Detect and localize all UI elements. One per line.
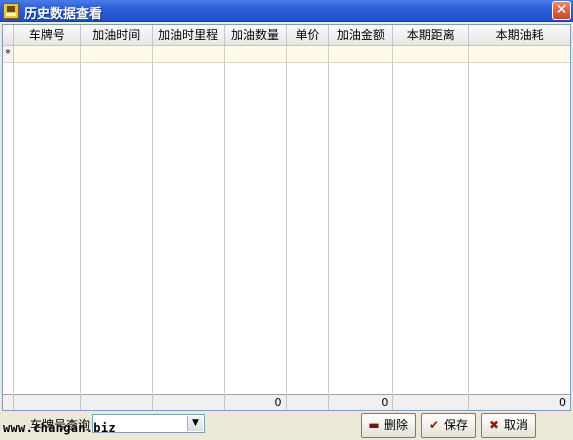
save-button-label: 保存 [444, 418, 469, 432]
column-header-fuel-cost[interactable]: 加油金额 [329, 25, 394, 46]
new-row-indicator: * [3, 46, 14, 63]
minus-icon: ▬ [368, 418, 380, 432]
window-title: 历史数据查看 [24, 7, 103, 22]
new-cell-fuel-time[interactable] [80, 46, 153, 63]
total-unit-price [286, 394, 330, 410]
grid-column [14, 63, 81, 393]
app-icon [3, 3, 19, 19]
watermark: www.changan.biz [3, 421, 116, 435]
new-record-row[interactable]: * [3, 46, 570, 63]
grid-column [225, 63, 287, 393]
grid-column [393, 63, 470, 393]
row-header-column [3, 63, 14, 393]
column-header-fuel-time[interactable]: 加油时间 [80, 25, 153, 46]
totals-row-header [3, 394, 14, 410]
total-fuel-cost: 0 [329, 394, 394, 410]
chevron-down-icon[interactable]: ▼ [187, 416, 203, 431]
grid-column [287, 63, 330, 393]
x-icon: ✖ [488, 418, 500, 432]
column-header-period-consumption[interactable]: 本期油耗 [469, 25, 570, 46]
column-header-plate[interactable]: 车牌号 [13, 25, 81, 46]
save-button[interactable]: ✔ 保存 [421, 413, 476, 438]
new-cell-period-consumption[interactable] [469, 46, 570, 63]
check-icon: ✔ [428, 418, 440, 432]
history-data-grid[interactable]: 车牌号 加油时间 加油时里程 加油数量 单价 加油金额 本期距离 本期油耗 * [2, 24, 571, 411]
column-header-unit-price[interactable]: 单价 [286, 25, 330, 46]
grid-header-row: 车牌号 加油时间 加油时里程 加油数量 单价 加油金额 本期距离 本期油耗 [3, 25, 570, 46]
new-cell-fuel-amount[interactable] [224, 46, 287, 63]
cancel-button-label: 取消 [504, 418, 529, 432]
cancel-button[interactable]: ✖ 取消 [481, 413, 536, 438]
close-button[interactable]: ✕ [552, 1, 571, 20]
title-bar: 历史数据查看 ✕ [0, 0, 573, 22]
new-cell-unit-price[interactable] [286, 46, 330, 63]
delete-button-label: 删除 [384, 418, 409, 432]
grid-column [81, 63, 153, 393]
new-cell-plate[interactable] [13, 46, 81, 63]
new-cell-period-distance[interactable] [393, 46, 470, 63]
total-fuel-amount: 0 [224, 394, 287, 410]
grid-column [469, 63, 570, 393]
delete-button[interactable]: ▬ 删除 [361, 413, 416, 438]
new-cell-mileage[interactable] [152, 46, 225, 63]
grid-column [153, 63, 225, 393]
total-fuel-time [80, 394, 153, 410]
totals-row: 0 0 0 [3, 394, 570, 410]
header-corner[interactable] [3, 25, 14, 46]
column-header-mileage[interactable]: 加油时里程 [152, 25, 225, 46]
total-plate [13, 394, 81, 410]
grid-body [3, 63, 570, 393]
total-mileage [152, 394, 225, 410]
new-cell-fuel-cost[interactable] [329, 46, 394, 63]
grid-column [329, 63, 394, 393]
total-period-distance [393, 394, 470, 410]
column-header-fuel-amount[interactable]: 加油数量 [224, 25, 287, 46]
total-period-consumption: 0 [469, 394, 570, 410]
column-header-period-distance[interactable]: 本期距离 [393, 25, 470, 46]
